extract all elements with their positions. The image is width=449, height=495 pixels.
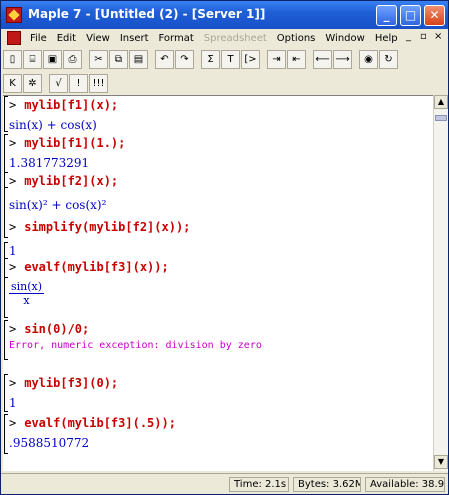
vertical-scrollbar[interactable]: ▲ ▼ <box>433 95 448 471</box>
prompt-icon[interactable]: [> <box>241 49 260 69</box>
execution-group-bracket[interactable] <box>4 172 8 238</box>
document-icon[interactable] <box>7 31 21 45</box>
prompt-marker: > <box>9 220 17 234</box>
command-text[interactable]: sin(0)/0; <box>24 322 89 336</box>
menu-help[interactable]: Help <box>370 33 403 44</box>
open-icon[interactable]: ⌸ <box>23 49 42 69</box>
main-toolbar: ▯ ⌸ ▣ ⎙ ✂ ⧉ ▤ ↶ ↷ Σ T [> ⇥ ⇤ ⟵ ⟶ ◉ ↻ <box>3 47 399 71</box>
scroll-thumb[interactable] <box>435 115 447 121</box>
status-bytes: Bytes: 3.62M <box>293 477 361 492</box>
fraction-denominator: x <box>23 294 30 307</box>
close-button[interactable]: ✕ <box>424 5 445 26</box>
command-text[interactable]: mylib[f1](x); <box>24 98 118 112</box>
error-message: Error, numeric exception: division by ze… <box>9 340 262 351</box>
outdent-icon[interactable]: ⇤ <box>287 49 306 69</box>
input-line[interactable]: > simplify(mylib[f2](x)); <box>9 220 190 234</box>
minimize-button[interactable]: _ <box>376 5 397 26</box>
maximize-button[interactable]: □ <box>400 5 421 26</box>
indent-icon[interactable]: ⇥ <box>267 49 286 69</box>
doc-minimize-button[interactable]: _ <box>406 31 411 42</box>
execution-group-bracket[interactable] <box>4 96 8 132</box>
print-icon[interactable]: ⎙ <box>63 49 82 69</box>
worksheet[interactable]: > mylib[f1](x); sin(x) + cos(x) > mylib[f1](… <box>3 95 433 471</box>
output-line: .9588510772 <box>9 436 90 450</box>
menu-spreadsheet: Spreadsheet <box>203 32 267 44</box>
copy-icon[interactable]: ⧉ <box>109 49 128 69</box>
execution-group-bracket[interactable] <box>4 320 8 360</box>
save-icon[interactable]: ▣ <box>43 49 62 69</box>
text-icon[interactable]: T <box>221 49 240 69</box>
output-line: 1 <box>9 244 17 258</box>
command-text[interactable]: evalf(mylib[f3](.5)); <box>24 416 176 430</box>
input-line[interactable]: > mylib[f1](1.); <box>9 136 125 150</box>
input-line[interactable]: > mylib[f3](0); <box>9 376 118 390</box>
output-fraction: sin(x) x <box>9 280 45 307</box>
output-line: sin(x) + cos(x) <box>9 118 97 132</box>
prompt-marker: > <box>9 322 17 336</box>
menu-edit[interactable]: Edit <box>52 33 81 44</box>
sum-icon[interactable]: Σ <box>201 49 220 69</box>
input-line[interactable]: > evalf(mylib[f3](.5)); <box>9 416 176 430</box>
redo-icon[interactable]: ↷ <box>175 49 194 69</box>
restart-icon[interactable]: ↻ <box>379 49 398 69</box>
maple-window: Maple 7 - [Untitled (2) - [Server 1]] _ … <box>0 0 449 495</box>
menu-view[interactable]: View <box>81 33 115 44</box>
prompt-marker: > <box>9 376 17 390</box>
prompt-marker: > <box>9 98 17 112</box>
back-icon[interactable]: ⟵ <box>313 49 332 69</box>
command-text[interactable]: simplify(mylib[f2](x)); <box>24 220 190 234</box>
prompt-marker: > <box>9 136 17 150</box>
input-line[interactable]: > sin(0)/0; <box>9 322 89 336</box>
fraction-numerator: sin(x) <box>9 280 45 294</box>
command-text[interactable]: evalf(mylib[f3](x)); <box>24 260 169 274</box>
scroll-up-icon[interactable]: ▲ <box>434 95 448 109</box>
output-line: 1.381773291 <box>9 156 90 170</box>
status-available: Available: 38.9M <box>365 477 445 492</box>
command-text[interactable]: mylib[f1](1.); <box>24 136 125 150</box>
title-bar[interactable]: Maple 7 - [Untitled (2) - [Server 1]] _ … <box>1 1 448 29</box>
prompt-marker: > <box>9 416 17 430</box>
factorial-icon[interactable]: ! <box>69 73 88 93</box>
command-text[interactable]: mylib[f2](x); <box>24 174 118 188</box>
execution-group-bracket[interactable] <box>4 414 8 454</box>
prompt-marker: > <box>9 260 17 274</box>
context-toolbar: K ✲ √!!!! <box>3 71 109 95</box>
execute-icon[interactable]: !!! <box>89 73 108 93</box>
menu-bar: File Edit View Insert Format Spreadsheet… <box>1 29 448 47</box>
kernel-icon[interactable]: K <box>3 73 22 93</box>
maple-leaf-icon[interactable] <box>6 7 22 23</box>
window-title: Maple 7 - [Untitled (2) - [Server 1]] <box>28 7 266 21</box>
undo-icon[interactable]: ↶ <box>155 49 174 69</box>
menu-options[interactable]: Options <box>272 33 321 44</box>
execution-group-bracket[interactable] <box>4 374 8 412</box>
menu-format[interactable]: Format <box>154 33 199 44</box>
input-line[interactable]: > evalf(mylib[f3](x)); <box>9 260 169 274</box>
output-line: 1 <box>9 396 17 410</box>
forward-icon[interactable]: ⟶ <box>333 49 352 69</box>
status-time: Time: 2.1s <box>229 477 289 492</box>
stop-icon[interactable]: ◉ <box>359 49 378 69</box>
doc-close-button[interactable]: × <box>434 31 442 42</box>
command-text[interactable]: mylib[f3](0); <box>24 376 118 390</box>
bug-icon[interactable]: ✲ <box>23 73 42 93</box>
input-line[interactable]: > mylib[f1](x); <box>9 98 118 112</box>
cut-icon[interactable]: ✂ <box>89 49 108 69</box>
execution-group-bracket[interactable] <box>4 258 8 318</box>
input-line[interactable]: > mylib[f2](x); <box>9 174 118 188</box>
menu-window[interactable]: Window <box>320 33 369 44</box>
scroll-down-icon[interactable]: ▼ <box>434 455 448 469</box>
menu-insert[interactable]: Insert <box>115 33 154 44</box>
paste-icon[interactable]: ▤ <box>129 49 148 69</box>
new-icon[interactable]: ▯ <box>3 49 22 69</box>
status-bar: Time: 2.1s Bytes: 3.62M Available: 38.9M <box>1 473 448 494</box>
doc-restore-button[interactable]: ▫ <box>420 31 427 42</box>
prompt-marker: > <box>9 174 17 188</box>
menu-file[interactable]: File <box>25 33 52 44</box>
output-line: sin(x)² + cos(x)² <box>9 198 107 212</box>
sqrt-icon[interactable]: √ <box>49 73 68 93</box>
